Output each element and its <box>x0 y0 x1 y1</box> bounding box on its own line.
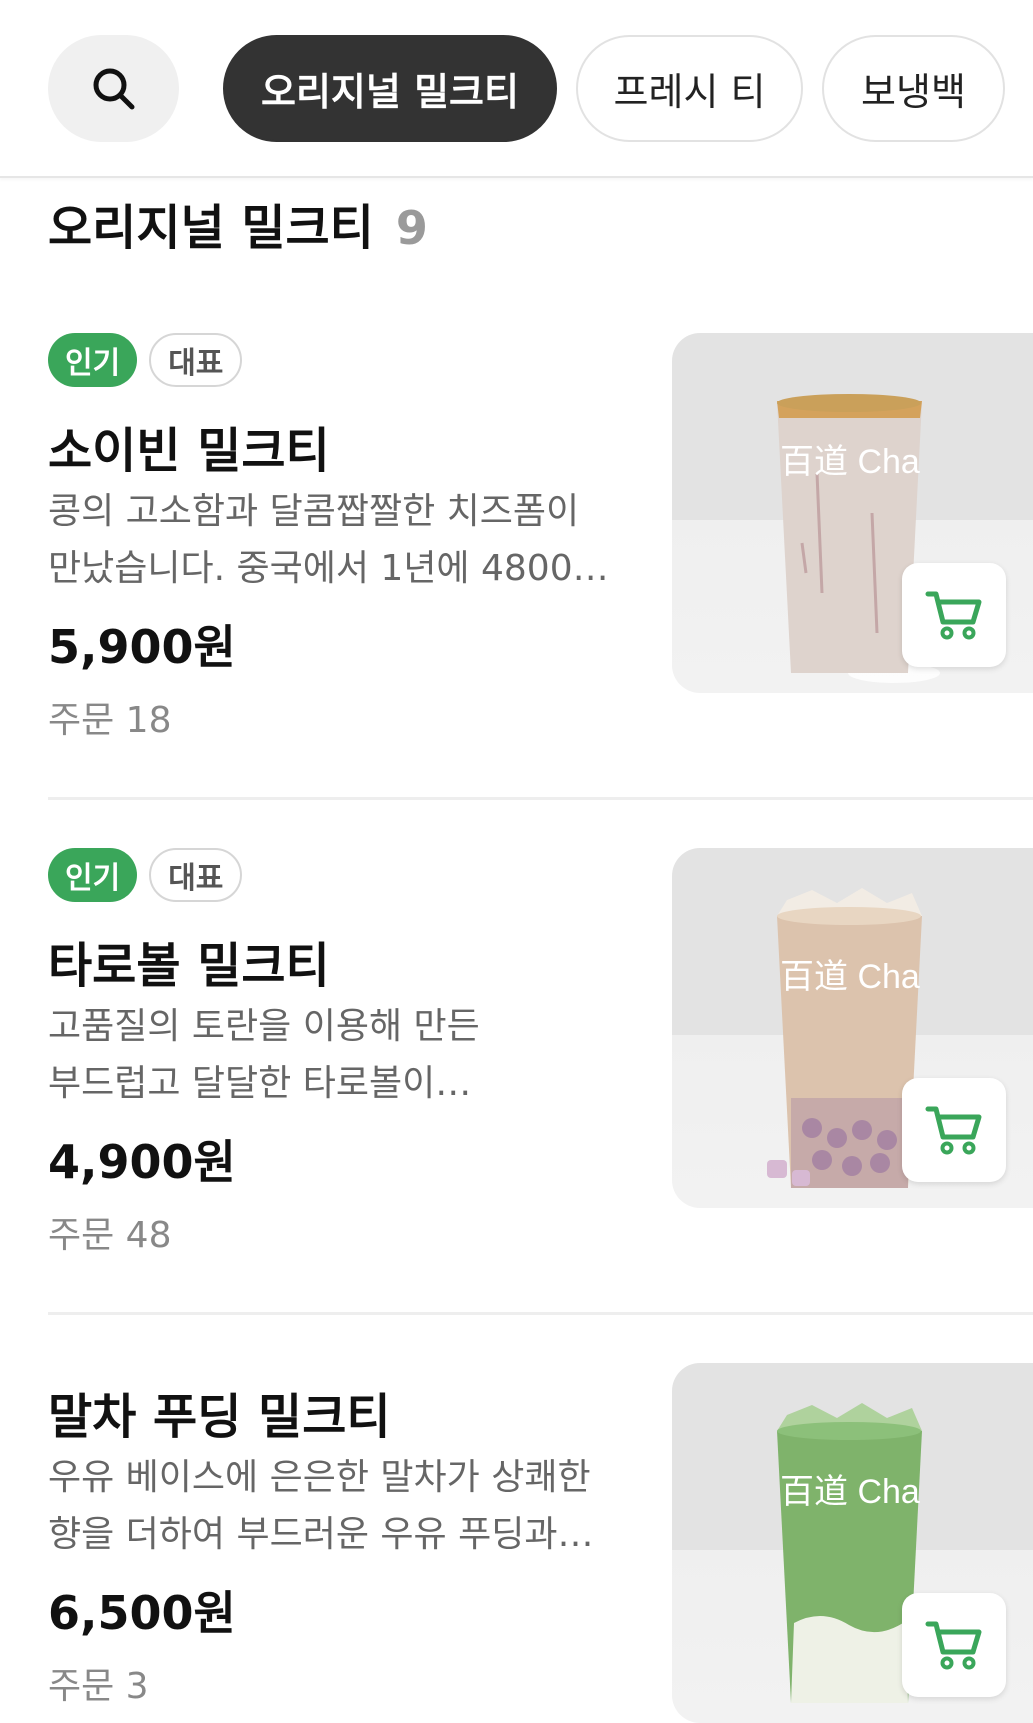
category-bar: 오리지널 밀크티 프레시 티 보냉백 <box>0 0 1033 178</box>
badge-group: 인기 대표 <box>48 848 243 902</box>
item-price: 5,900원 <box>48 620 236 674</box>
popular-badge: 인기 <box>48 333 138 387</box>
item-name: 소이빈 밀크티 <box>48 423 330 479</box>
popular-badge: 인기 <box>48 848 138 902</box>
cup-logo-text: 百道 Cha <box>780 1473 920 1511</box>
add-to-cart-button[interactable] <box>902 1078 1006 1182</box>
signature-badge: 대표 <box>149 848 243 902</box>
item-price: 4,900원 <box>48 1135 236 1189</box>
item-description: 고품질의 토란을 이용해 만든 부드럽고 달달한 타로볼이 들어갑니다. 신… <box>48 1006 480 1104</box>
search-button[interactable] <box>48 35 179 142</box>
item-orders: 주문 18 <box>48 700 172 741</box>
tab-original-milk-tea[interactable]: 오리지널 밀크티 <box>223 35 557 142</box>
cart-icon <box>925 1621 982 1670</box>
search-icon <box>93 68 134 109</box>
menu-item[interactable]: 인기 대표 소이빈 밀크티 콩의 고소함과 달콤짭짤한 치즈폼이 만났습니다. … <box>0 333 1033 793</box>
signature-badge: 대표 <box>149 333 243 387</box>
cup-logo-text: 百道 Cha <box>780 443 920 481</box>
section-header: 오리지널 밀크티 9 <box>48 188 428 258</box>
badge-group: 인기 대표 <box>48 333 243 387</box>
item-orders: 주문 3 <box>48 1666 149 1707</box>
item-orders: 주문 48 <box>48 1215 172 1256</box>
cup-logo-text: 百道 Cha <box>780 958 920 996</box>
item-description: 우유 베이스에 은은한 말차가 상쾌한 향을 더하여 부드러운 우유 푸딩과… <box>48 1457 594 1555</box>
menu-item[interactable]: 인기 대표 타로볼 밀크티 고품질의 토란을 이용해 만든 부드럽고 달달한 타… <box>0 848 1033 1308</box>
item-price: 6,500원 <box>48 1586 236 1640</box>
cart-icon <box>925 1106 982 1155</box>
section-count: 9 <box>395 201 428 255</box>
item-name: 타로볼 밀크티 <box>48 938 330 994</box>
add-to-cart-button[interactable] <box>902 1593 1006 1697</box>
section-title: 오리지널 밀크티 <box>48 200 374 256</box>
item-description: 콩의 고소함과 달콤짭짤한 치즈폼이 만났습니다. 중국에서 1년에 4800… <box>48 491 609 589</box>
divider <box>48 797 1033 800</box>
item-name: 말차 푸딩 밀크티 <box>48 1389 391 1445</box>
add-to-cart-button[interactable] <box>902 563 1006 667</box>
divider <box>48 1312 1033 1315</box>
tab-cooler-bag[interactable]: 보냉백 <box>822 35 1005 142</box>
cart-icon <box>925 591 982 640</box>
tab-fresh-tea[interactable]: 프레시 티 <box>576 35 803 142</box>
menu-item[interactable]: 말차 푸딩 밀크티 우유 베이스에 은은한 말차가 상쾌한 향을 더하여 부드러… <box>0 1363 1033 1723</box>
